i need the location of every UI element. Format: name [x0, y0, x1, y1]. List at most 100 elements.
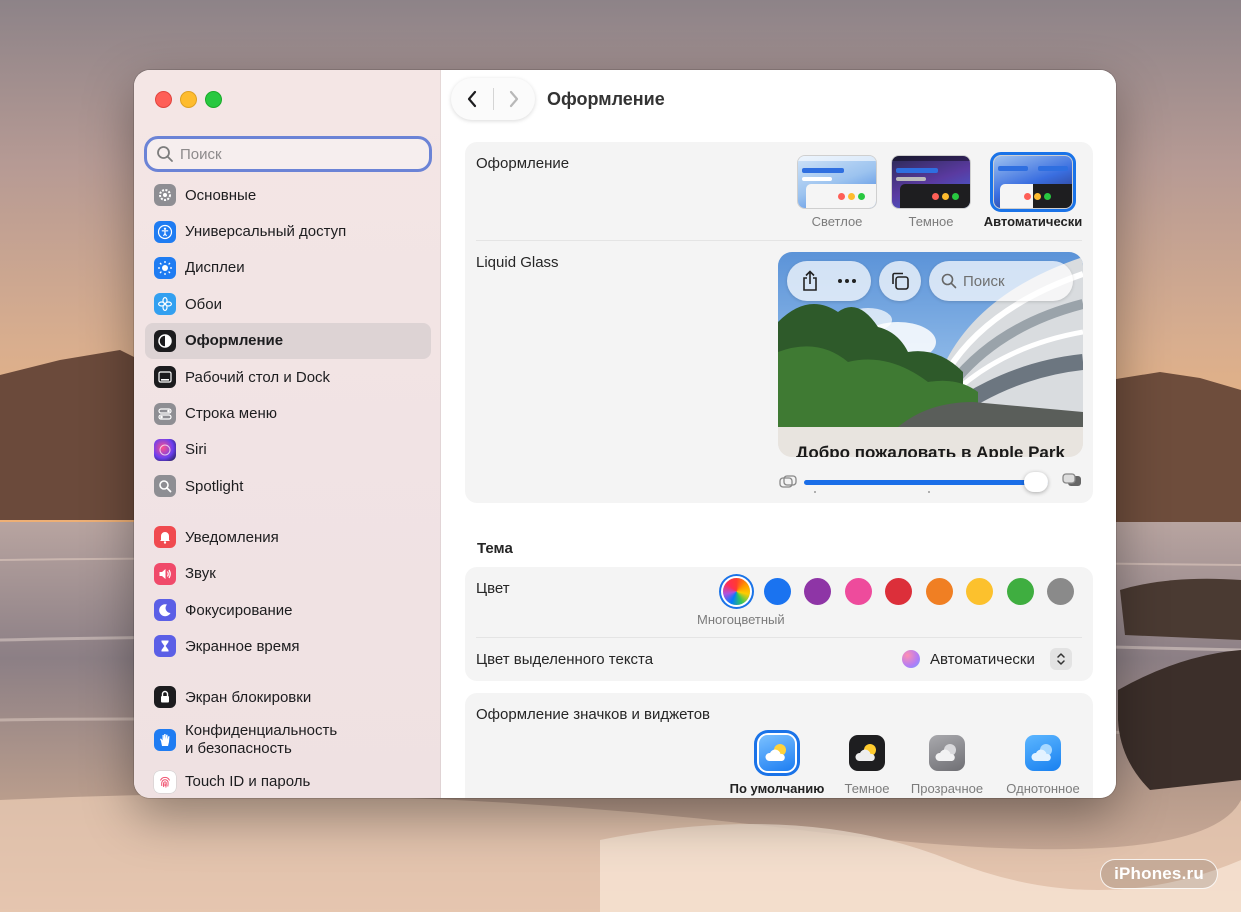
color-swatch-graphite[interactable] [1047, 578, 1074, 605]
sidebar-item-screen-time[interactable]: Экранное время [145, 628, 431, 664]
weather-clear-icon [929, 735, 965, 771]
popup-stepper[interactable] [1049, 648, 1072, 670]
sidebar-separator [145, 665, 431, 680]
sidebar-item-lock-screen[interactable]: Экран блокировки [145, 679, 431, 715]
window-controls [155, 91, 222, 108]
slider-tick [928, 491, 930, 493]
appearance-option-label: Автоматически [983, 214, 1083, 229]
sidebar-item-siri[interactable]: Siri [145, 432, 431, 468]
row-divider [476, 637, 1082, 638]
appearance-option-light[interactable]: Светлое [795, 156, 879, 229]
bell-icon [154, 526, 176, 549]
accessibility-icon [154, 220, 176, 243]
page-title: Оформление [547, 89, 665, 109]
highlight-color-label: Цвет выделенного текста [476, 651, 654, 668]
flower-icon [154, 293, 176, 316]
hourglass-icon [154, 635, 176, 658]
menubar-icon [154, 402, 176, 425]
sidebar-item-general[interactable]: Основные [145, 177, 431, 213]
highlight-color-value: Автоматически [930, 650, 1035, 668]
sidebar: Поиск Основные Универсальный доступ Дисп… [134, 70, 441, 798]
slider-tick [814, 491, 816, 493]
minimize-button[interactable] [180, 91, 197, 108]
sidebar-item-appearance[interactable]: Оформление [145, 322, 431, 359]
liquid-glass-slider[interactable] [778, 469, 1083, 493]
sidebar-nav: Основные Универсальный доступ Дисплеи Об… [145, 177, 431, 798]
appearance-panel: Оформление Светлое Темное Автоматически … [465, 142, 1093, 503]
icon-style-default[interactable]: По умолчанию [724, 735, 830, 796]
sidebar-item-focus[interactable]: Фокусирование [145, 592, 431, 628]
sidebar-item-touch-id[interactable]: Touch ID и пароль [145, 764, 431, 798]
appearance-icon [154, 329, 176, 352]
hand-icon [154, 728, 176, 751]
selected-color-caption: Многоцветный [697, 612, 785, 627]
color-swatch-green[interactable] [1006, 578, 1034, 605]
fingerprint-icon [154, 770, 176, 793]
preview-tabs-pill [879, 261, 921, 301]
weather-icon [759, 735, 795, 771]
preview-heading: Добро пожаловать в Apple Park [796, 443, 1065, 457]
color-swatch-pink[interactable] [844, 578, 872, 605]
sidebar-item-wallpaper[interactable]: Обои [145, 286, 431, 322]
chevron-right-icon [510, 90, 519, 108]
sidebar-item-notifications[interactable]: Уведомления [145, 519, 431, 555]
tinted-glass-icon [1062, 473, 1081, 486]
icon-style-option-label: Однотонное [1006, 781, 1080, 796]
highlight-color-select[interactable]: Автоматически [902, 648, 1072, 670]
zoom-button[interactable] [205, 91, 222, 108]
sidebar-separator [145, 505, 431, 520]
auto-theme-thumbnail [990, 152, 1076, 212]
color-swatch-orange[interactable] [925, 578, 953, 605]
settings-window: Поиск Основные Универсальный доступ Дисп… [134, 70, 1116, 798]
icon-style-option-label: По умолчанию [729, 781, 825, 796]
sidebar-item-displays[interactable]: Дисплеи [145, 250, 431, 286]
clear-glass-icon [779, 475, 797, 488]
close-button[interactable] [155, 91, 172, 108]
sidebar-item-desktop-dock[interactable]: Рабочий стол и Dock [145, 359, 431, 395]
slider-thumb[interactable] [1023, 472, 1048, 492]
appearance-option-label: Светлое [811, 214, 863, 229]
sidebar-search-input[interactable]: Поиск [144, 136, 432, 172]
search-placeholder: Поиск [180, 145, 222, 163]
watermark: iPhones.ru [1100, 859, 1218, 889]
chevron-left-icon [467, 90, 476, 108]
magnifier-icon [154, 475, 176, 498]
sun-icon [154, 256, 176, 279]
color-swatch-blue[interactable] [763, 578, 791, 605]
siri-icon [154, 438, 176, 461]
icon-style-option-label: Прозрачное [910, 781, 984, 796]
icon-style-label: Оформление значков и виджетов [476, 706, 711, 723]
sidebar-item-sound[interactable]: Звук [145, 556, 431, 592]
weather-dark-icon [849, 735, 885, 771]
theme-panel: Цвет Многоцветный Цвет выделенного текст… [465, 567, 1093, 681]
sidebar-item-privacy-security[interactable]: Конфиденциальность и безопасность [145, 716, 431, 764]
lock-icon [154, 686, 176, 709]
appearance-option-dark[interactable]: Темное [889, 156, 973, 229]
tabs-icon [892, 272, 909, 290]
sidebar-item-spotlight[interactable]: Spotlight [145, 468, 431, 504]
back-button[interactable] [451, 78, 493, 120]
icon-style-tinted[interactable]: Однотонное [995, 735, 1091, 796]
sidebar-item-menu-bar[interactable]: Строка меню [145, 395, 431, 431]
search-icon [157, 146, 173, 162]
more-icon [838, 279, 856, 283]
liquid-glass-label: Liquid Glass [476, 254, 559, 271]
icon-style-option-label: Темное [844, 781, 890, 796]
sidebar-item-accessibility[interactable]: Универсальный доступ [145, 213, 431, 249]
color-swatch-purple[interactable] [804, 578, 831, 605]
light-theme-thumbnail [798, 156, 876, 208]
appearance-label: Оформление [476, 155, 570, 172]
color-swatch-multicolor[interactable] [723, 578, 750, 605]
highlight-color-dot [902, 650, 920, 668]
liquid-glass-preview: Поиск Добро пожаловать в Apple Park [778, 252, 1083, 457]
slider-track[interactable] [804, 480, 1048, 485]
navigation-buttons [451, 78, 535, 120]
appearance-option-auto[interactable]: Автоматически [977, 152, 1089, 229]
color-swatch-red[interactable] [885, 578, 912, 605]
icon-style-clear[interactable]: Прозрачное [901, 735, 993, 796]
color-swatch-yellow[interactable] [966, 578, 993, 605]
icon-style-dark[interactable]: Темное [832, 735, 902, 796]
preview-search-pill: Поиск [929, 261, 1073, 301]
forward-button[interactable] [494, 78, 536, 120]
search-icon [941, 273, 957, 289]
